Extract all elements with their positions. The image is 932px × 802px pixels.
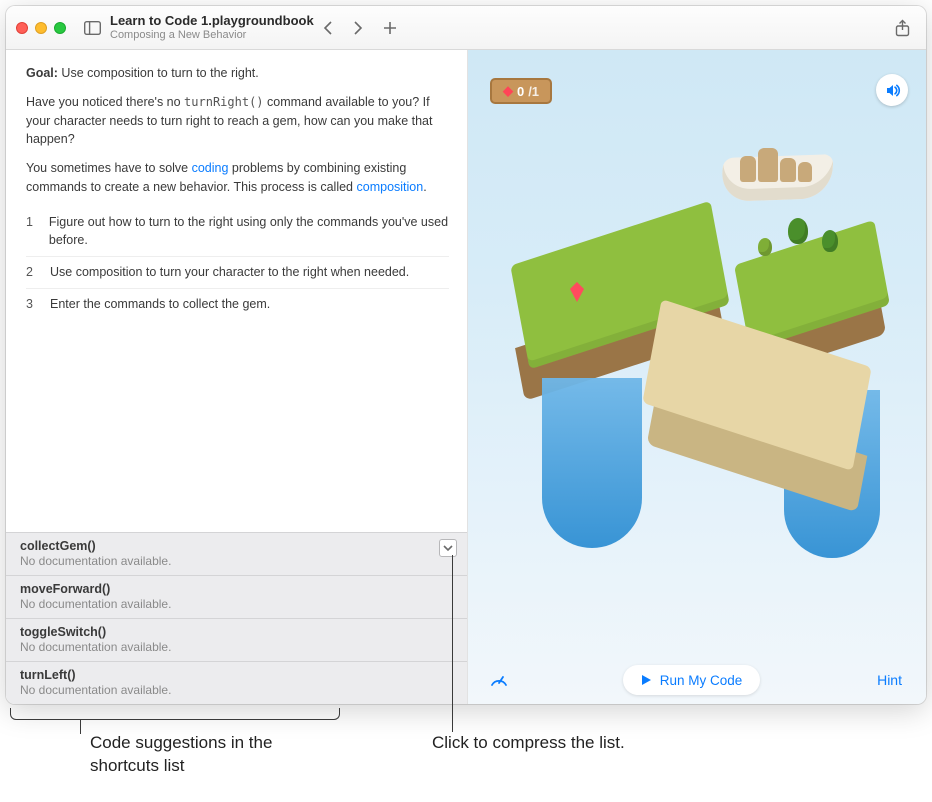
gem-count: 0 <box>517 84 524 99</box>
document-subtitle: Composing a New Behavior <box>110 29 314 41</box>
tree-decor <box>822 230 838 252</box>
goal-line: Goal: Use composition to turn to the rig… <box>26 64 449 83</box>
link-composition[interactable]: composition <box>357 180 424 194</box>
callout-collapse: Click to compress the list. <box>432 732 692 755</box>
callout-shortcuts: Code suggestions in the shortcuts list <box>90 732 320 778</box>
next-page-icon[interactable] <box>344 14 372 42</box>
speed-button[interactable] <box>484 665 514 695</box>
shortcut-toggleswitch[interactable]: toggleSwitch() No documentation availabl… <box>6 619 467 662</box>
close-button[interactable] <box>16 22 28 34</box>
window-controls <box>16 22 66 34</box>
code-turnright: turnRight() <box>184 95 263 109</box>
run-label: Run My Code <box>660 673 743 688</box>
goal-text: Use composition to turn to the right. <box>58 66 259 80</box>
sidebar-toggle-icon[interactable] <box>78 14 106 42</box>
step-2: 2Use composition to turn your character … <box>26 256 449 288</box>
prev-page-icon[interactable] <box>314 14 342 42</box>
step-3: 3Enter the commands to collect the gem. <box>26 288 449 320</box>
shortcuts-list: collectGem() No documentation available.… <box>6 532 467 704</box>
gem-total: /1 <box>528 84 539 99</box>
content-split: Goal: Use composition to turn to the rig… <box>6 50 926 704</box>
app-window: Learn to Code 1.playgroundbook Composing… <box>6 6 926 704</box>
play-icon <box>641 674 652 686</box>
page-nav <box>314 14 372 42</box>
step-1: 1Figure out how to turn to the right usi… <box>26 207 449 257</box>
title-block: Learn to Code 1.playgroundbook Composing… <box>110 14 314 40</box>
instructions: Goal: Use composition to turn to the rig… <box>6 50 467 330</box>
code-editor[interactable] <box>6 330 467 533</box>
fullscreen-button[interactable] <box>54 22 66 34</box>
add-page-icon[interactable] <box>376 14 404 42</box>
live-view[interactable]: ◆ 0/1 <box>468 50 926 704</box>
steps-list: 1Figure out how to turn to the right usi… <box>26 207 449 320</box>
sound-button[interactable] <box>876 74 908 106</box>
shortcut-moveforward[interactable]: moveForward() No documentation available… <box>6 576 467 619</box>
goal-label: Goal: <box>26 66 58 80</box>
collapse-shortcuts-button[interactable] <box>439 539 457 557</box>
floating-island-decor <box>718 120 838 210</box>
shortcut-collectgem[interactable]: collectGem() No documentation available. <box>6 533 467 576</box>
link-coding[interactable]: coding <box>192 161 229 175</box>
instruction-p3: You sometimes have to solve coding probl… <box>26 159 449 197</box>
minimize-button[interactable] <box>35 22 47 34</box>
document-title: Learn to Code 1.playgroundbook <box>110 14 314 28</box>
annotations: Code suggestions in the shortcuts list C… <box>0 698 932 798</box>
live-view-controls: Run My Code Hint <box>468 656 926 704</box>
share-icon[interactable] <box>888 14 916 42</box>
left-pane: Goal: Use composition to turn to the rig… <box>6 50 468 704</box>
run-my-code-button[interactable]: Run My Code <box>623 665 761 695</box>
titlebar: Learn to Code 1.playgroundbook Composing… <box>6 6 926 50</box>
gem-icon: ◆ <box>503 83 513 99</box>
tree-decor <box>788 218 808 244</box>
bush-decor <box>758 238 772 256</box>
instruction-p2: Have you noticed there's no turnRight() … <box>26 93 449 149</box>
game-world <box>502 220 892 600</box>
gem-counter: ◆ 0/1 <box>490 78 552 104</box>
hint-button[interactable]: Hint <box>869 668 910 692</box>
